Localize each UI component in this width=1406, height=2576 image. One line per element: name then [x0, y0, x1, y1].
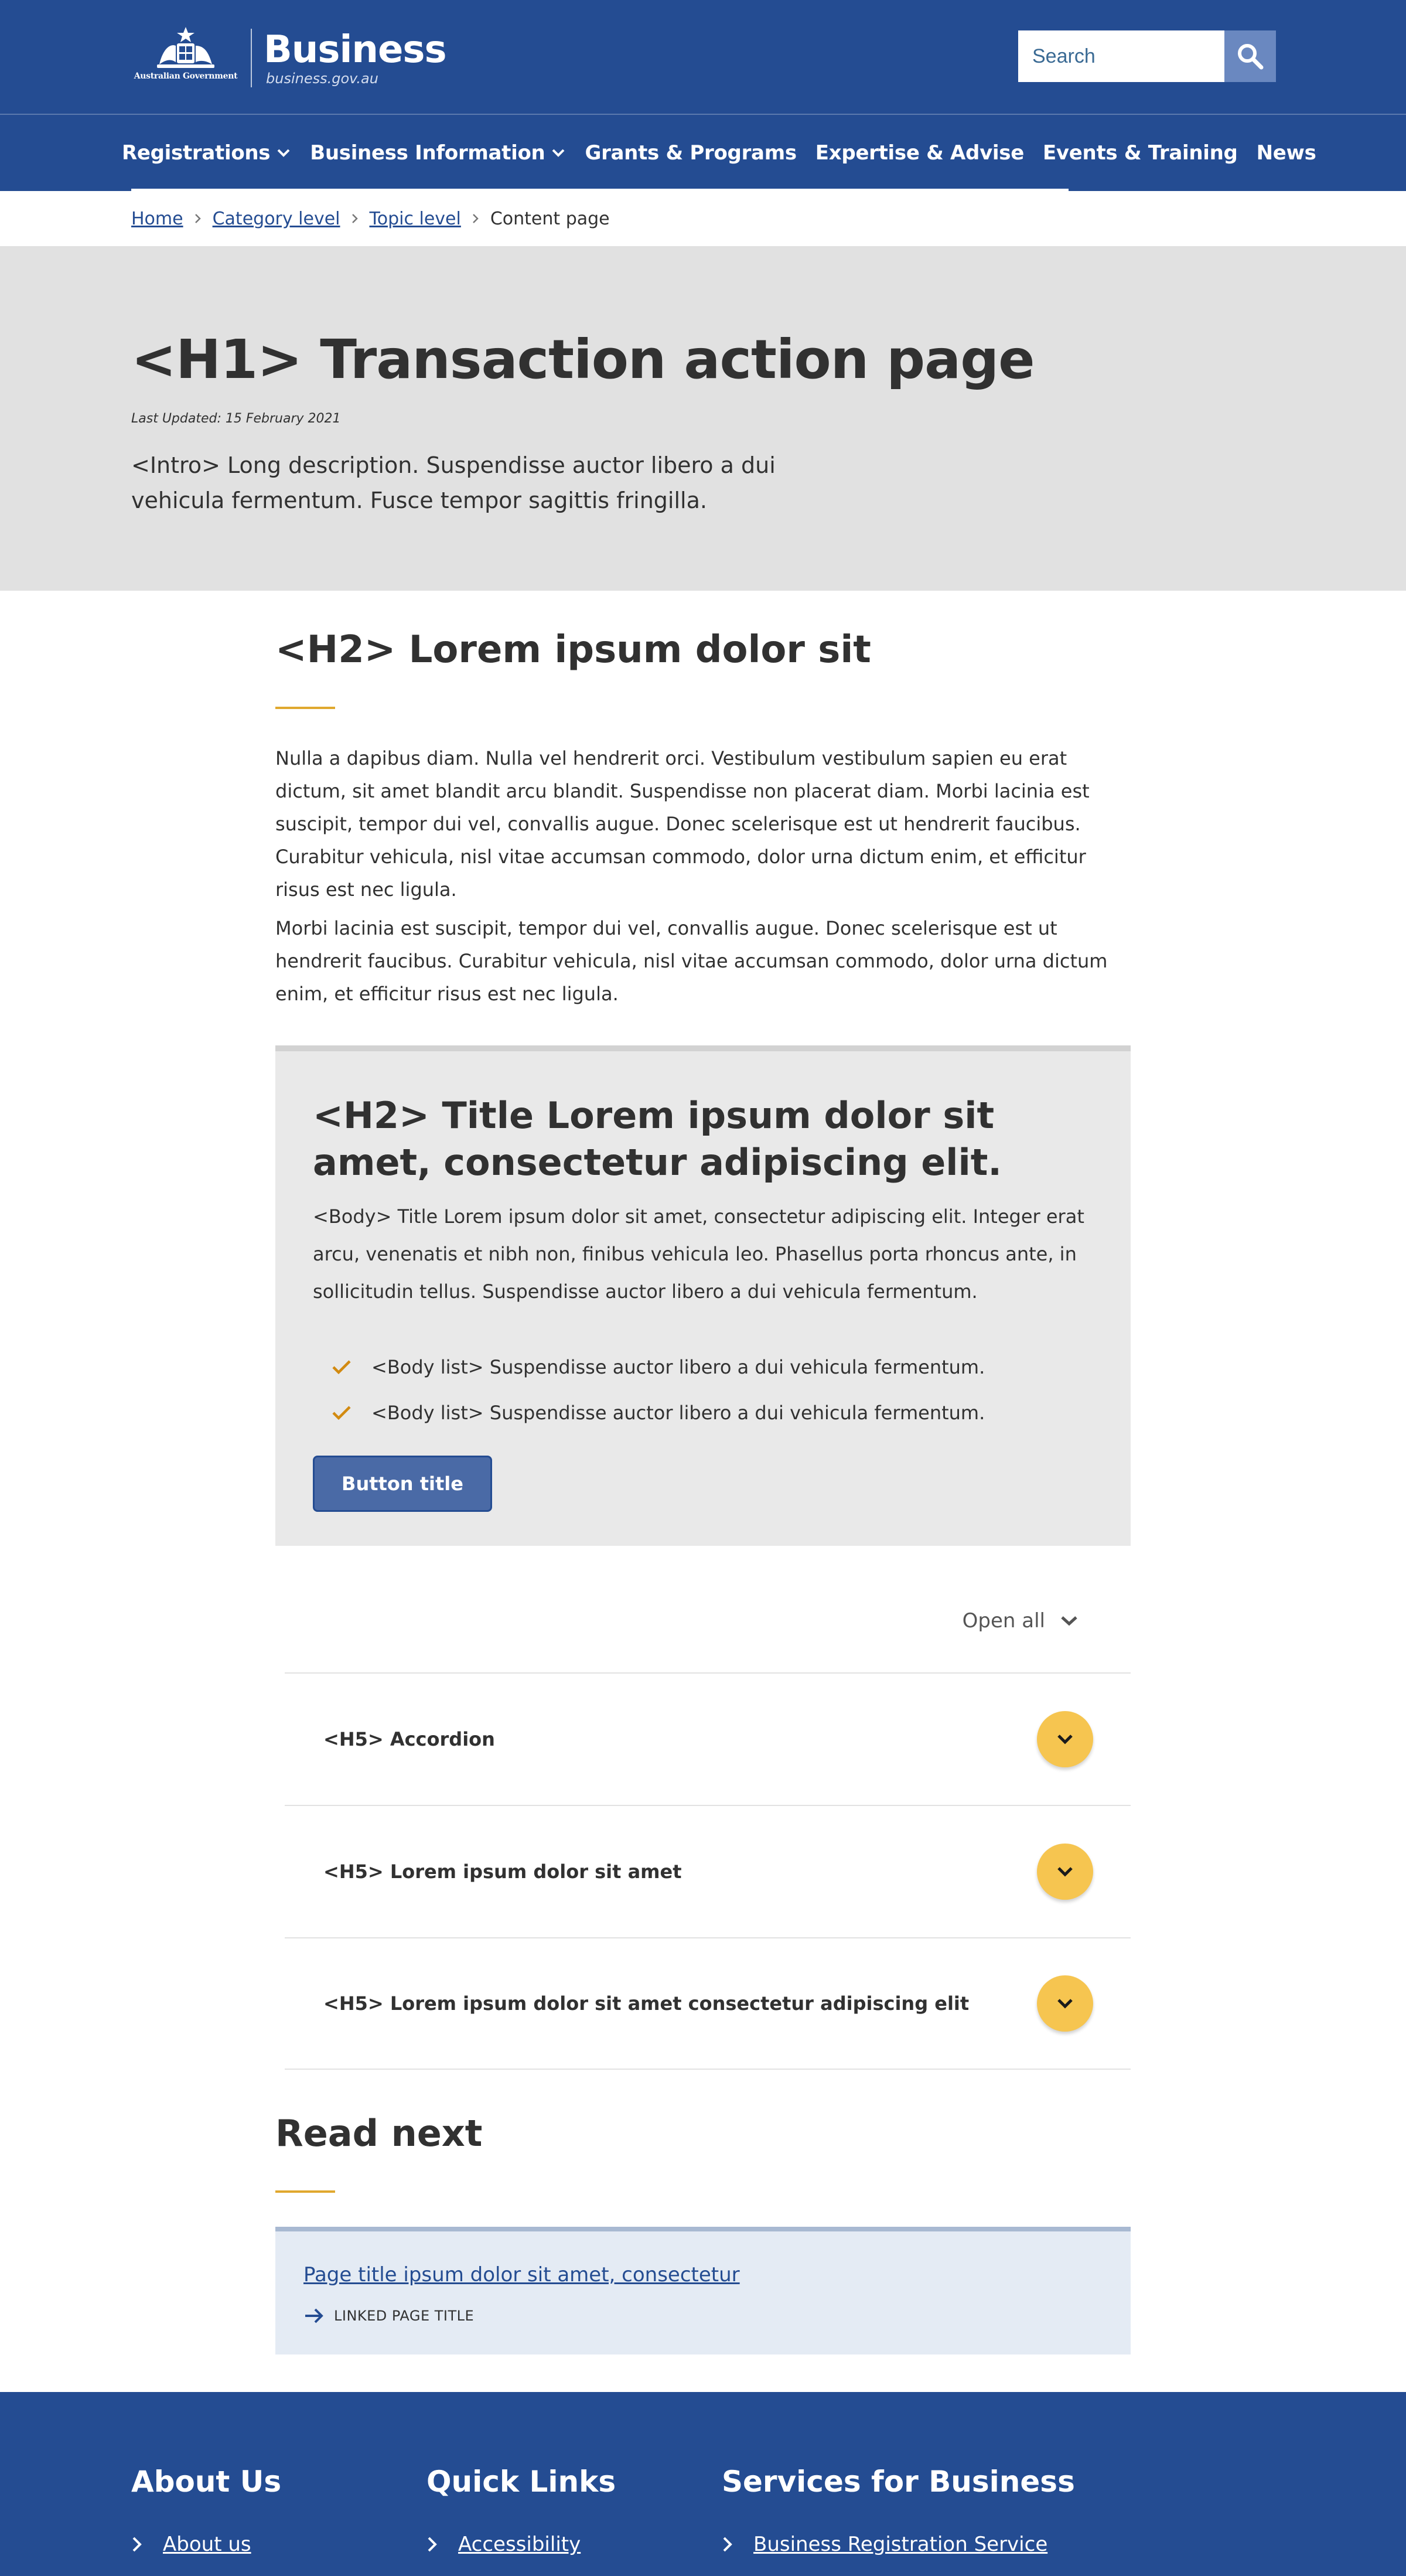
- read-next-card: Page title ipsum dolor sit amet, consect…: [275, 2227, 1131, 2354]
- callout-body: <Body> Title Lorem ipsum dolor sit amet,…: [313, 1205, 1084, 1303]
- brand-name: Business: [264, 28, 447, 71]
- main-nav: Registrations Business Information Grant…: [122, 115, 1335, 191]
- accordion-toggle[interactable]: [1037, 1711, 1093, 1767]
- search-input[interactable]: [1018, 30, 1224, 82]
- accordion-item[interactable]: <H5> Lorem ipsum dolor sit amet: [285, 1805, 1131, 1937]
- nav-item-label: News: [1256, 141, 1316, 165]
- site-footer: About Us About us Quick Links Accessibil…: [0, 2392, 1406, 2576]
- footer-link-label: Accessibility: [458, 2533, 581, 2556]
- check-list: <Body list> Suspendisse auctor libero a …: [332, 1344, 985, 1436]
- chevron-down-icon: [277, 149, 290, 157]
- chevron-down-icon: [1057, 1999, 1073, 2009]
- footer-link[interactable]: Accessibility: [426, 2533, 581, 2556]
- body-paragraph: Morbi lacinia est suscipit, tempor dui v…: [275, 917, 1108, 1005]
- breadcrumb: Home Category level Topic level Content …: [131, 191, 610, 246]
- last-updated: Last Updated: 15 February 2021: [131, 411, 341, 426]
- callout-title: <H2> Title Lorem ipsum dolor sit amet, c…: [313, 1094, 1002, 1184]
- card-meta: LINKED PAGE TITLE: [303, 2308, 474, 2324]
- arrow-right-icon: [305, 2308, 323, 2323]
- site-logo[interactable]: Australian Government Business business.…: [131, 26, 447, 90]
- nav-item-grants-programs[interactable]: Grants & Programs: [585, 141, 797, 165]
- breadcrumb-category[interactable]: Category level: [213, 209, 340, 229]
- chevron-right-icon: [472, 213, 480, 224]
- chevron-right-icon: [132, 2537, 142, 2552]
- accordion-toggle[interactable]: [1037, 1844, 1093, 1900]
- footer-link[interactable]: About us: [131, 2533, 251, 2556]
- list-item-text: <Body list> Suspendisse auctor libero a …: [371, 1402, 985, 1424]
- nav-item-label: Registrations: [122, 141, 271, 165]
- brand: Business business.gov.au: [264, 28, 447, 87]
- coat-of-arms-logo: Australian Government: [131, 26, 240, 90]
- heading-accent-rule: [275, 2190, 335, 2193]
- card-meta-label: LINKED PAGE TITLE: [334, 2308, 475, 2324]
- breadcrumb-topic[interactable]: Topic level: [370, 209, 461, 229]
- brand-url: business.gov.au: [266, 70, 378, 87]
- read-next-heading: Read next: [275, 2112, 483, 2155]
- site-header: Australian Government Business business.…: [0, 0, 1406, 191]
- page-hero: <H1> Transaction action page Last Update…: [0, 246, 1406, 591]
- footer-heading: Quick Links: [426, 2465, 616, 2499]
- footer-link[interactable]: Business Registration Service: [722, 2533, 1047, 2556]
- accordion-item[interactable]: <H5> Accordion: [285, 1672, 1131, 1805]
- footer-heading: About Us: [131, 2465, 282, 2499]
- chevron-down-icon: [1061, 1616, 1077, 1626]
- nav-item-events-training[interactable]: Events & Training: [1043, 141, 1238, 165]
- callout-panel: <H2> Title Lorem ipsum dolor sit amet, c…: [275, 1045, 1131, 1546]
- list-item: <Body list> Suspendisse auctor libero a …: [332, 1344, 985, 1390]
- accordion: <H5> Accordion <H5> Lorem ipsum dolor si…: [285, 1672, 1131, 2070]
- chevron-down-icon: [552, 149, 565, 157]
- footer-link-label: Business Registration Service: [753, 2533, 1048, 2556]
- nav-item-label: Expertise & Advise: [815, 141, 1025, 165]
- read-next-link[interactable]: Page title ipsum dolor sit amet, consect…: [303, 2263, 740, 2287]
- accordion-title: <H5> Accordion: [323, 1728, 495, 1750]
- primary-button[interactable]: Button title: [313, 1456, 492, 1512]
- chevron-right-icon: [723, 2537, 732, 2552]
- coat-of-arms-icon: [157, 27, 214, 68]
- search-button[interactable]: [1224, 30, 1276, 82]
- page-intro: <Intro> Long description. Suspendisse au…: [131, 452, 776, 513]
- list-item-text: <Body list> Suspendisse auctor libero a …: [371, 1356, 985, 1378]
- page-title: <H1> Transaction action page: [131, 328, 1035, 391]
- nav-item-registrations[interactable]: Registrations: [122, 141, 291, 165]
- gov-label: Australian Government: [134, 71, 238, 81]
- accordion-title: <H5> Lorem ipsum dolor sit amet: [323, 1861, 682, 1883]
- breadcrumb-home[interactable]: Home: [131, 209, 183, 229]
- nav-item-label: Events & Training: [1042, 141, 1238, 165]
- chevron-down-icon: [1057, 1867, 1073, 1877]
- list-item: <Body list> Suspendisse auctor libero a …: [332, 1390, 985, 1436]
- checkmark-icon: [332, 1360, 351, 1375]
- checkmark-icon: [332, 1406, 351, 1420]
- nav-item-business-information[interactable]: Business Information: [310, 141, 566, 165]
- open-all-toggle[interactable]: Open all: [963, 1609, 1079, 1633]
- heading-accent-rule: [275, 707, 335, 709]
- logo-divider: [251, 29, 252, 87]
- open-all-label: Open all: [962, 1609, 1045, 1633]
- accordion-toggle[interactable]: [1037, 1975, 1093, 2032]
- search-bar: [1018, 30, 1276, 82]
- body-paragraph: Nulla a dapibus diam. Nulla vel hendreri…: [275, 747, 1090, 901]
- footer-heading: Services for Business: [722, 2465, 1075, 2499]
- chevron-right-icon: [428, 2537, 437, 2552]
- nav-item-label: Business Information: [310, 141, 545, 165]
- nav-item-news[interactable]: News: [1257, 141, 1316, 165]
- footer-link-label: About us: [163, 2533, 251, 2556]
- chevron-right-icon: [351, 213, 359, 224]
- chevron-right-icon: [194, 213, 202, 224]
- search-icon: [1238, 44, 1264, 70]
- accordion-title: <H5> Lorem ipsum dolor sit amet consecte…: [323, 1992, 970, 2015]
- chevron-down-icon: [1057, 1735, 1073, 1744]
- nav-item-expertise-advise[interactable]: Expertise & Advise: [815, 141, 1025, 165]
- accordion-item[interactable]: <H5> Lorem ipsum dolor sit amet consecte…: [285, 1937, 1131, 2070]
- breadcrumb-current: Content page: [490, 208, 610, 229]
- nav-item-label: Grants & Programs: [585, 141, 797, 165]
- section-heading: <H2> Lorem ipsum dolor sit: [275, 628, 871, 672]
